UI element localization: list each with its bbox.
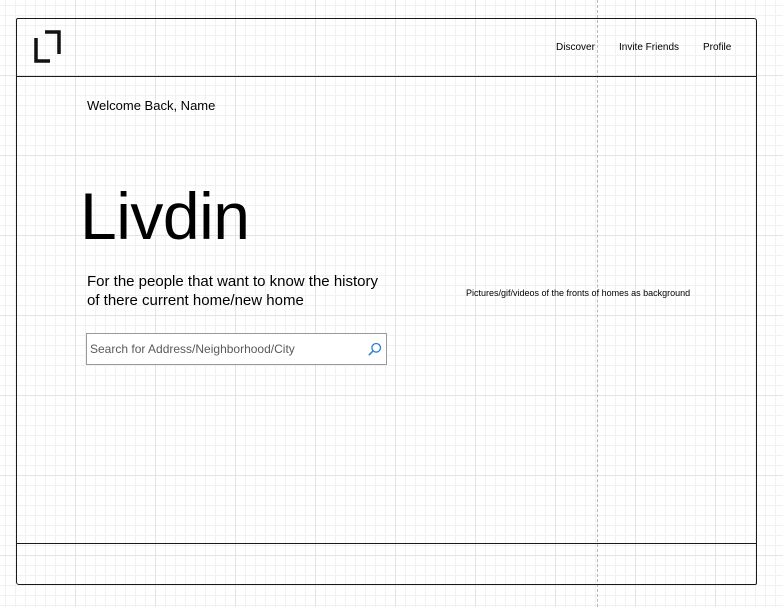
search-input[interactable] <box>87 334 357 364</box>
nav-discover-link[interactable]: Discover <box>556 42 595 53</box>
tagline: For the people that want to know the his… <box>87 273 378 309</box>
bracket-logo-icon[interactable] <box>34 30 61 63</box>
brand-title: Livdin <box>80 179 250 253</box>
nav-invite-friends-link[interactable]: Invite Friends <box>619 42 679 53</box>
search-bar <box>86 333 387 365</box>
nav-profile-link[interactable]: Profile <box>703 42 731 53</box>
search-icon[interactable] <box>368 342 382 356</box>
footer-divider <box>16 543 757 544</box>
background-note: Pictures/gif/videos of the fronts of hom… <box>466 288 691 298</box>
header-divider <box>16 76 757 77</box>
welcome-message: Welcome Back, Name <box>87 98 216 113</box>
